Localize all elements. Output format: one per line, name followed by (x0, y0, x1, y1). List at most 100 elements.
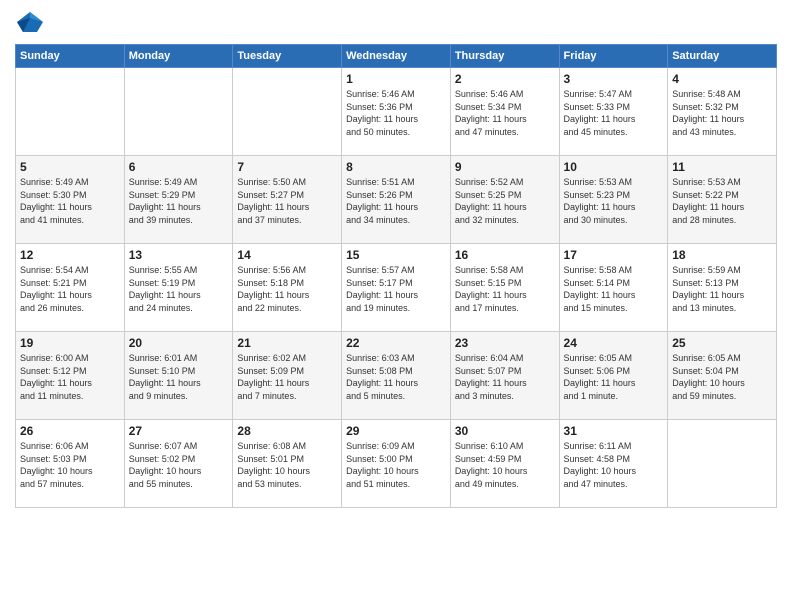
calendar-cell: 23 Sunrise: 6:04 AM Sunset: 5:07 PM Dayli… (450, 332, 559, 420)
calendar-cell: 30Sunrise: 6:10 AM Sunset: 4:59 PM Dayli… (450, 420, 559, 508)
day-info: Sunrise: 6:05 AM Sunset: 5:06 PM Dayligh… (564, 352, 664, 402)
day-info: Sunrise: 6:10 AM Sunset: 4:59 PM Dayligh… (455, 440, 555, 490)
day-number: 29 (346, 424, 446, 438)
day-info: Sunrise: 6:09 AM Sunset: 5:00 PM Dayligh… (346, 440, 446, 490)
day-number: 21 (237, 336, 337, 350)
day-info: Sunrise: 5:47 AM Sunset: 5:33 PM Dayligh… (564, 88, 664, 138)
day-info: Sunrise: 6:01 AM Sunset: 5:10 PM Dayligh… (129, 352, 229, 402)
calendar-cell: 22 Sunrise: 6:03 AM Sunset: 5:08 PM Dayli… (342, 332, 451, 420)
calendar-cell: 29 Sunrise: 6:09 AM Sunset: 5:00 PM Dayli… (342, 420, 451, 508)
calendar-cell (124, 68, 233, 156)
day-info: Sunrise: 5:58 AM Sunset: 5:14 PM Dayligh… (564, 264, 664, 314)
calendar-cell: 1 Sunrise: 5:46 AM Sunset: 5:36 PM Daylig… (342, 68, 451, 156)
day-number: 26 (20, 424, 120, 438)
calendar-cell: 25Sunrise: 6:05 AM Sunset: 5:04 PM Dayli… (668, 332, 777, 420)
day-info: Sunrise: 6:03 AM Sunset: 5:08 PM Dayligh… (346, 352, 446, 402)
day-info: Sunrise: 5:49 AM Sunset: 5:30 PM Dayligh… (20, 176, 120, 226)
day-number: 11 (672, 160, 772, 174)
calendar-cell: 11 Sunrise: 5:53 AM Sunset: 5:22 PM Dayli… (668, 156, 777, 244)
day-info: Sunrise: 5:54 AM Sunset: 5:21 PM Dayligh… (20, 264, 120, 314)
day-info: Sunrise: 5:50 AM Sunset: 5:27 PM Dayligh… (237, 176, 337, 226)
calendar-cell: 26 Sunrise: 6:06 AM Sunset: 5:03 PM Dayli… (16, 420, 125, 508)
day-number: 4 (672, 72, 772, 86)
weekday-header-thursday: Thursday (450, 45, 559, 68)
day-info: Sunrise: 6:06 AM Sunset: 5:03 PM Dayligh… (20, 440, 120, 490)
day-info: Sunrise: 6:00 AM Sunset: 5:12 PM Dayligh… (20, 352, 120, 402)
calendar-cell: 6 Sunrise: 5:49 AM Sunset: 5:29 PM Daylig… (124, 156, 233, 244)
day-number: 22 (346, 336, 446, 350)
day-info: Sunrise: 5:56 AM Sunset: 5:18 PM Dayligh… (237, 264, 337, 314)
logo-icon (15, 10, 45, 34)
calendar-cell: 7Sunrise: 5:50 AM Sunset: 5:27 PM Daylig… (233, 156, 342, 244)
calendar-cell: 20Sunrise: 6:01 AM Sunset: 5:10 PM Dayli… (124, 332, 233, 420)
day-info: Sunrise: 5:53 AM Sunset: 5:23 PM Dayligh… (564, 176, 664, 226)
day-number: 14 (237, 248, 337, 262)
day-number: 28 (237, 424, 337, 438)
weekday-header-wednesday: Wednesday (342, 45, 451, 68)
day-number: 24 (564, 336, 664, 350)
day-number: 3 (564, 72, 664, 86)
day-info: Sunrise: 5:53 AM Sunset: 5:22 PM Dayligh… (672, 176, 772, 226)
day-info: Sunrise: 5:46 AM Sunset: 5:36 PM Dayligh… (346, 88, 446, 138)
calendar-cell: 19 Sunrise: 6:00 AM Sunset: 5:12 PM Dayli… (16, 332, 125, 420)
day-info: Sunrise: 6:08 AM Sunset: 5:01 PM Dayligh… (237, 440, 337, 490)
day-info: Sunrise: 5:49 AM Sunset: 5:29 PM Dayligh… (129, 176, 229, 226)
day-number: 6 (129, 160, 229, 174)
week-row-4: 19 Sunrise: 6:00 AM Sunset: 5:12 PM Dayli… (16, 332, 777, 420)
calendar-table: SundayMondayTuesdayWednesdayThursdayFrid… (15, 44, 777, 508)
calendar-cell (16, 68, 125, 156)
day-info: Sunrise: 6:02 AM Sunset: 5:09 PM Dayligh… (237, 352, 337, 402)
week-row-3: 12Sunrise: 5:54 AM Sunset: 5:21 PM Dayli… (16, 244, 777, 332)
day-info: Sunrise: 6:07 AM Sunset: 5:02 PM Dayligh… (129, 440, 229, 490)
day-number: 1 (346, 72, 446, 86)
calendar-cell: 5 Sunrise: 5:49 AM Sunset: 5:30 PM Daylig… (16, 156, 125, 244)
day-number: 17 (564, 248, 664, 262)
logo (15, 10, 49, 34)
weekday-header-row: SundayMondayTuesdayWednesdayThursdayFrid… (16, 45, 777, 68)
calendar-cell: 16 Sunrise: 5:58 AM Sunset: 5:15 PM Dayli… (450, 244, 559, 332)
day-number: 23 (455, 336, 555, 350)
calendar-cell (233, 68, 342, 156)
day-info: Sunrise: 6:04 AM Sunset: 5:07 PM Dayligh… (455, 352, 555, 402)
day-info: Sunrise: 6:11 AM Sunset: 4:58 PM Dayligh… (564, 440, 664, 490)
calendar-cell: 21 Sunrise: 6:02 AM Sunset: 5:09 PM Dayli… (233, 332, 342, 420)
day-number: 16 (455, 248, 555, 262)
calendar-cell: 24 Sunrise: 6:05 AM Sunset: 5:06 PM Dayli… (559, 332, 668, 420)
calendar-cell: 12Sunrise: 5:54 AM Sunset: 5:21 PM Dayli… (16, 244, 125, 332)
calendar-cell: 4 Sunrise: 5:48 AM Sunset: 5:32 PM Daylig… (668, 68, 777, 156)
calendar-cell: 27Sunrise: 6:07 AM Sunset: 5:02 PM Dayli… (124, 420, 233, 508)
day-info: Sunrise: 5:59 AM Sunset: 5:13 PM Dayligh… (672, 264, 772, 314)
calendar-cell (668, 420, 777, 508)
calendar-cell: 3 Sunrise: 5:47 AM Sunset: 5:33 PM Daylig… (559, 68, 668, 156)
day-number: 19 (20, 336, 120, 350)
calendar-cell: 13 Sunrise: 5:55 AM Sunset: 5:19 PM Dayli… (124, 244, 233, 332)
calendar-cell: 31 Sunrise: 6:11 AM Sunset: 4:58 PM Dayli… (559, 420, 668, 508)
day-number: 31 (564, 424, 664, 438)
day-number: 5 (20, 160, 120, 174)
calendar-cell: 2Sunrise: 5:46 AM Sunset: 5:34 PM Daylig… (450, 68, 559, 156)
day-info: Sunrise: 5:57 AM Sunset: 5:17 PM Dayligh… (346, 264, 446, 314)
day-info: Sunrise: 5:55 AM Sunset: 5:19 PM Dayligh… (129, 264, 229, 314)
day-number: 10 (564, 160, 664, 174)
calendar-cell: 15Sunrise: 5:57 AM Sunset: 5:17 PM Dayli… (342, 244, 451, 332)
day-number: 8 (346, 160, 446, 174)
calendar-cell: 14 Sunrise: 5:56 AM Sunset: 5:18 PM Dayli… (233, 244, 342, 332)
week-row-5: 26 Sunrise: 6:06 AM Sunset: 5:03 PM Dayli… (16, 420, 777, 508)
weekday-header-saturday: Saturday (668, 45, 777, 68)
day-info: Sunrise: 5:46 AM Sunset: 5:34 PM Dayligh… (455, 88, 555, 138)
calendar-cell: 17 Sunrise: 5:58 AM Sunset: 5:14 PM Dayli… (559, 244, 668, 332)
day-number: 25 (672, 336, 772, 350)
day-number: 18 (672, 248, 772, 262)
header (15, 10, 777, 34)
calendar-cell: 28 Sunrise: 6:08 AM Sunset: 5:01 PM Dayli… (233, 420, 342, 508)
weekday-header-monday: Monday (124, 45, 233, 68)
day-info: Sunrise: 5:51 AM Sunset: 5:26 PM Dayligh… (346, 176, 446, 226)
day-info: Sunrise: 5:58 AM Sunset: 5:15 PM Dayligh… (455, 264, 555, 314)
weekday-header-sunday: Sunday (16, 45, 125, 68)
day-info: Sunrise: 5:48 AM Sunset: 5:32 PM Dayligh… (672, 88, 772, 138)
day-number: 13 (129, 248, 229, 262)
week-row-1: 1 Sunrise: 5:46 AM Sunset: 5:36 PM Daylig… (16, 68, 777, 156)
day-info: Sunrise: 5:52 AM Sunset: 5:25 PM Dayligh… (455, 176, 555, 226)
calendar-cell: 9Sunrise: 5:52 AM Sunset: 5:25 PM Daylig… (450, 156, 559, 244)
calendar-cell: 18 Sunrise: 5:59 AM Sunset: 5:13 PM Dayli… (668, 244, 777, 332)
